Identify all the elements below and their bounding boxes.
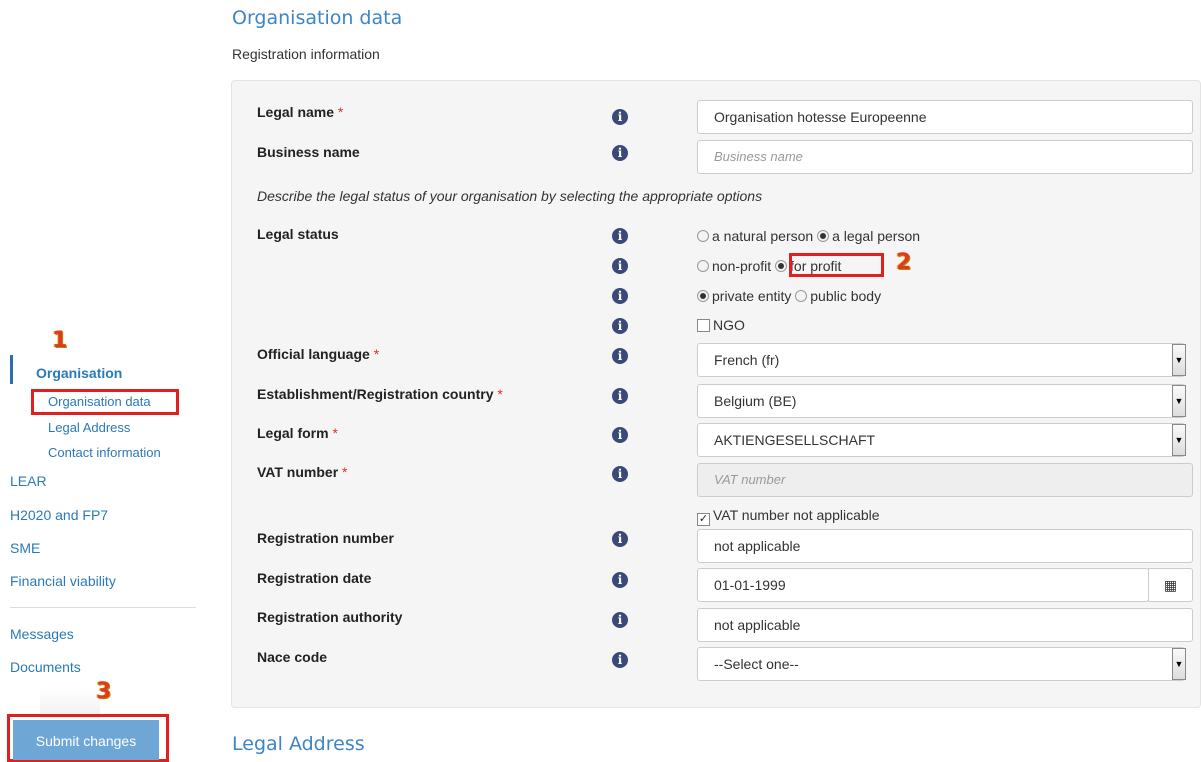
- vat-not-applicable-checkbox[interactable]: ✓: [697, 513, 710, 526]
- required-marker: *: [373, 346, 380, 362]
- sidebar-item-lear[interactable]: LEAR: [10, 473, 47, 489]
- vat-number-label: VAT number *: [257, 464, 348, 480]
- sidebar-item-documents[interactable]: Documents: [10, 659, 81, 675]
- chevron-down-icon[interactable]: ▼: [1172, 385, 1186, 417]
- sidebar-subitem-legal-address[interactable]: Legal Address: [48, 420, 130, 435]
- legal-form-label: Legal form *: [257, 425, 338, 441]
- business-name-label: Business name: [257, 144, 360, 160]
- non-profit-label: non-profit: [712, 258, 772, 274]
- private-entity-label: private entity: [712, 288, 792, 304]
- annotation-marker-3: 3: [96, 679, 112, 704]
- legal-person-label: a legal person: [832, 228, 921, 244]
- active-section-indicator: [10, 355, 13, 384]
- sidebar-item-organisation[interactable]: Organisation: [36, 365, 122, 381]
- non-profit-radio[interactable]: [697, 260, 709, 272]
- legal-name-label: Legal name *: [257, 104, 344, 120]
- vat-not-applicable-option: ✓ VAT number not applicable: [697, 507, 880, 526]
- official-language-label: Official language *: [257, 346, 380, 362]
- nace-code-select[interactable]: --Select one--: [697, 647, 1185, 681]
- chevron-down-icon[interactable]: ▼: [1172, 424, 1186, 456]
- info-icon[interactable]: i: [612, 466, 628, 482]
- info-icon[interactable]: i: [612, 652, 628, 668]
- country-select[interactable]: Belgium (BE): [697, 384, 1185, 418]
- registration-authority-label: Registration authority: [257, 609, 403, 625]
- annotation-marker-2: 2: [896, 250, 912, 275]
- calendar-icon[interactable]: ▦: [1148, 568, 1193, 602]
- vat-number-input: VAT number: [697, 463, 1193, 497]
- person-type-options: a natural person a legal person: [697, 228, 920, 244]
- natural-person-label: a natural person: [712, 228, 814, 244]
- ngo-label: NGO: [713, 317, 745, 333]
- info-icon[interactable]: i: [612, 388, 628, 404]
- sidebar-subitem-contact-information[interactable]: Contact information: [48, 445, 161, 460]
- nace-code-label: Nace code: [257, 649, 328, 665]
- highlight-box-for-profit: [789, 253, 884, 277]
- submit-changes-button[interactable]: Submit changes: [13, 720, 159, 760]
- info-icon[interactable]: i: [612, 572, 628, 588]
- entity-type-options: private entity public body: [697, 288, 881, 304]
- official-language-select[interactable]: French (fr): [697, 343, 1185, 377]
- required-marker: *: [332, 425, 338, 441]
- info-icon[interactable]: i: [612, 145, 628, 161]
- legal-person-radio[interactable]: [817, 230, 830, 242]
- sidebar-subitem-organisation-data[interactable]: Organisation data: [48, 394, 151, 409]
- annotation-marker-1: 1: [52, 328, 68, 353]
- sidebar-item-messages[interactable]: Messages: [10, 626, 74, 642]
- public-body-radio[interactable]: [795, 290, 808, 302]
- ngo-checkbox[interactable]: [697, 319, 710, 332]
- info-icon[interactable]: i: [612, 612, 628, 628]
- info-icon[interactable]: i: [612, 228, 628, 244]
- registration-number-input[interactable]: not applicable: [697, 529, 1193, 563]
- info-icon[interactable]: i: [612, 427, 628, 443]
- legal-form-select[interactable]: AKTIENGESELLSCHAFT: [697, 423, 1185, 457]
- info-icon[interactable]: i: [612, 318, 628, 334]
- registration-date-label: Registration date: [257, 570, 372, 586]
- chevron-down-icon[interactable]: ▼: [1172, 344, 1186, 376]
- info-icon[interactable]: i: [612, 348, 628, 364]
- registration-number-label: Registration number: [257, 530, 394, 546]
- sidebar-item-h2020-fp7[interactable]: H2020 and FP7: [10, 507, 108, 523]
- section-subtitle: Registration information: [232, 46, 380, 62]
- sidebar-item-financial-viability[interactable]: Financial viability: [10, 573, 116, 589]
- ngo-option: NGO: [697, 317, 745, 333]
- country-label: Establishment/Registration country *: [257, 386, 503, 402]
- chevron-down-icon[interactable]: ▼: [1172, 648, 1186, 680]
- info-icon[interactable]: i: [612, 258, 628, 274]
- registration-date-input[interactable]: 01-01-1999: [697, 568, 1149, 602]
- legal-name-input[interactable]: Organisation hotesse Europeenne: [697, 100, 1193, 134]
- vat-not-applicable-label: VAT number not applicable: [713, 507, 880, 523]
- info-icon[interactable]: i: [612, 531, 628, 547]
- registration-authority-input[interactable]: not applicable: [697, 608, 1193, 642]
- info-icon[interactable]: i: [612, 109, 628, 125]
- legal-status-label: Legal status: [257, 226, 339, 242]
- legal-address-heading: Legal Address: [232, 733, 365, 755]
- required-marker: *: [342, 464, 348, 480]
- sidebar-divider: [10, 607, 196, 608]
- required-marker: *: [337, 104, 344, 120]
- natural-person-radio[interactable]: [697, 230, 709, 242]
- public-body-label: public body: [810, 288, 882, 304]
- required-marker: *: [497, 386, 503, 402]
- private-entity-radio[interactable]: [697, 290, 709, 302]
- page-title: Organisation data: [232, 7, 403, 29]
- for-profit-radio[interactable]: [775, 260, 788, 272]
- sidebar-item-sme[interactable]: SME: [10, 540, 40, 556]
- legal-status-hint: Describe the legal status of your organi…: [257, 188, 763, 204]
- business-name-input[interactable]: Business name: [697, 140, 1193, 174]
- info-icon[interactable]: i: [612, 288, 628, 304]
